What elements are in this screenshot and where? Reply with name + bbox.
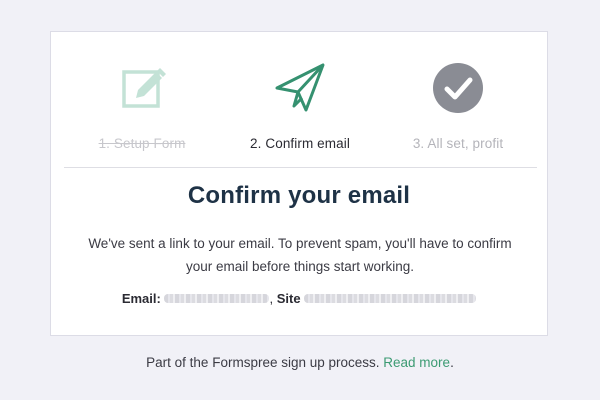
confirmation-message: We've sent a link to your email. To prev…	[88, 236, 512, 274]
submission-details: Email: , Site	[51, 291, 547, 306]
progress-steps: 1. Setup Form 2. Confirm email 3. All se…	[51, 32, 547, 167]
step-label: 2. Confirm email	[250, 136, 350, 151]
signup-card: 1. Setup Form 2. Confirm email 3. All se…	[50, 31, 548, 336]
footer-trailing: .	[450, 355, 454, 370]
edit-icon	[122, 68, 166, 108]
footer-text: Part of the Formspree sign up process.	[146, 355, 380, 370]
site-label: Site	[276, 291, 301, 306]
step-confirm-email: 2. Confirm email	[220, 62, 380, 151]
redacted-email	[164, 294, 270, 304]
footer: Part of the Formspree sign up process. R…	[0, 355, 600, 370]
step-setup-form: 1. Setup Form	[62, 62, 222, 151]
step-all-set: 3. All set, profit	[378, 62, 538, 151]
step-label: 3. All set, profit	[412, 136, 504, 151]
checkmark-circle-icon	[433, 63, 483, 113]
redacted-site	[304, 294, 477, 304]
details-separator: ,	[269, 291, 274, 306]
read-more-link[interactable]: Read more	[383, 355, 450, 370]
step-label: 1. Setup Form	[98, 136, 186, 151]
divider	[64, 167, 537, 168]
page-title: Confirm your email	[187, 182, 411, 209]
email-label: Email:	[121, 291, 161, 306]
paper-plane-icon	[275, 63, 325, 112]
